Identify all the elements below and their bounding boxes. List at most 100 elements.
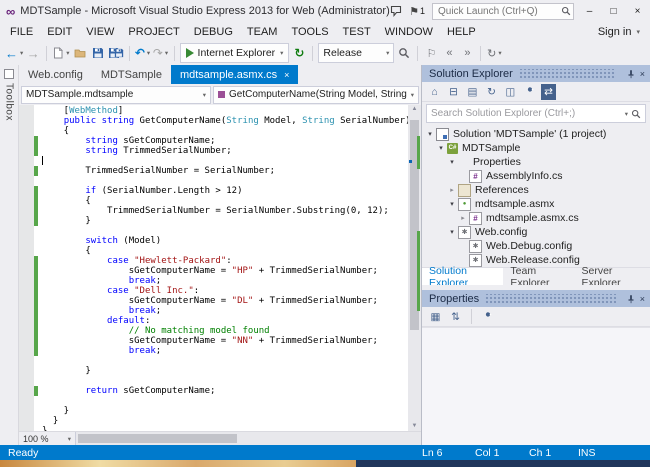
notifications-flag-icon[interactable]: ⚑1 xyxy=(409,5,425,18)
close-panel-icon[interactable]: × xyxy=(640,69,645,79)
tree-collapsed-icon[interactable]: ▸ xyxy=(447,186,457,194)
code-line[interactable]: [WebMethod] xyxy=(34,106,408,116)
tree-item[interactable]: ▾MDTSample xyxy=(422,141,650,155)
close-tab-icon[interactable]: × xyxy=(284,70,289,80)
menu-window[interactable]: WINDOW xyxy=(378,24,440,40)
previous-bookmark-button[interactable]: « xyxy=(441,43,457,63)
refresh-button[interactable]: ↻ xyxy=(484,84,499,100)
code-line[interactable]: case "Dell Inc.": xyxy=(34,286,408,296)
tree-item[interactable]: ▾mdtsample.asmx xyxy=(422,197,650,211)
tool-tab-solution-explorer[interactable]: Solution Explorer xyxy=(422,268,503,285)
code-line[interactable]: default: xyxy=(34,316,408,326)
toggle-bookmark-button[interactable]: ⚐ xyxy=(423,43,439,63)
properties-button[interactable] xyxy=(522,84,537,100)
tree-item[interactable]: ▸References xyxy=(422,183,650,197)
properties-header[interactable]: Properties × xyxy=(422,290,650,307)
editor-gutter[interactable] xyxy=(19,105,34,431)
toolbox-tab[interactable]: Toolbox xyxy=(0,65,19,445)
menu-view[interactable]: VIEW xyxy=(79,24,121,40)
properties-grid[interactable] xyxy=(422,327,650,445)
zoom-dropdown[interactable]: 100 % ▾ xyxy=(19,432,76,445)
editor-vertical-scrollbar[interactable]: ▲ ▼ xyxy=(408,105,421,431)
code-line[interactable]: } xyxy=(34,406,408,416)
tab-MDTSample[interactable]: MDTSample xyxy=(92,65,171,84)
code-line[interactable]: { xyxy=(34,246,408,256)
tree-item[interactable]: ▾Web.config xyxy=(422,225,650,239)
code-line[interactable] xyxy=(34,156,408,166)
code-line[interactable] xyxy=(34,176,408,186)
code-line[interactable]: TrimmedSerialNumber = SerialNumber; xyxy=(34,166,408,176)
minimize-button[interactable]: – xyxy=(581,6,598,17)
hscroll-track[interactable] xyxy=(76,432,421,445)
quick-launch-input[interactable] xyxy=(432,3,574,20)
collapse-all-button[interactable]: ⊟ xyxy=(446,84,461,100)
tool-tab-server-explorer[interactable]: Server Explorer xyxy=(575,268,650,285)
scroll-up-icon[interactable]: ▲ xyxy=(412,105,418,114)
view-code-button[interactable]: ◫ xyxy=(503,84,518,100)
solution-explorer-header[interactable]: Solution Explorer × xyxy=(422,65,650,82)
save-button[interactable] xyxy=(90,43,106,63)
close-panel-icon[interactable]: × xyxy=(640,294,645,304)
tree-expanded-icon[interactable]: ▾ xyxy=(447,228,457,236)
code-line[interactable]: string sGetComputerName; xyxy=(34,136,408,146)
open-file-button[interactable] xyxy=(72,43,88,63)
menu-project[interactable]: PROJECT xyxy=(121,24,186,40)
code-line[interactable]: { xyxy=(34,196,408,206)
start-debugging-button[interactable]: Internet Explorer ▾ xyxy=(180,43,290,63)
code-line[interactable]: sGetComputerName = "DL" + TrimmedSerialN… xyxy=(34,296,408,306)
tree-item[interactable]: AssemblyInfo.cs xyxy=(422,169,650,183)
undo-button[interactable]: ↶▾ xyxy=(135,43,151,63)
code-line[interactable]: break; xyxy=(34,306,408,316)
tree-expanded-icon[interactable]: ▾ xyxy=(425,130,435,138)
tab-mdtsample.asmx.cs[interactable]: mdtsample.asmx.cs× xyxy=(171,65,298,84)
tree-collapsed-icon[interactable]: ▸ xyxy=(458,214,468,222)
tree-item[interactable]: ▾Properties xyxy=(422,155,650,169)
new-file-button[interactable]: ▾ xyxy=(52,43,69,63)
code-line[interactable]: } xyxy=(34,416,408,426)
code-line[interactable]: // No matching model found xyxy=(34,326,408,336)
code-line[interactable]: } xyxy=(34,366,408,376)
navigate-backward-button[interactable]: ←▾ xyxy=(5,43,23,63)
menu-help[interactable]: HELP xyxy=(440,24,483,40)
feedback-icon[interactable] xyxy=(390,5,402,17)
code-line[interactable] xyxy=(34,376,408,386)
find-in-files-button[interactable] xyxy=(396,43,412,63)
sign-in-button[interactable]: Sign in ▾ xyxy=(598,26,650,38)
vscroll-track[interactable] xyxy=(408,114,421,422)
code-line[interactable]: sGetComputerName = "HP" + TrimmedSerialN… xyxy=(34,266,408,276)
menu-edit[interactable]: EDIT xyxy=(40,24,79,40)
sync-with-active-document-button[interactable]: ⇄ xyxy=(541,84,556,100)
tree-expanded-icon[interactable]: ▾ xyxy=(447,200,457,208)
code-line[interactable]: break; xyxy=(34,276,408,286)
property-pages-button[interactable] xyxy=(480,309,495,325)
navigate-forward-button[interactable]: → xyxy=(25,43,41,63)
code-line[interactable]: break; xyxy=(34,346,408,356)
tree-item[interactable]: ▸mdtsample.asmx.cs xyxy=(422,211,650,225)
menu-debug[interactable]: DEBUG xyxy=(187,24,240,40)
show-all-files-button[interactable]: ▤ xyxy=(465,84,480,100)
categorized-button[interactable]: ▦ xyxy=(428,309,443,325)
maximize-button[interactable]: □ xyxy=(605,6,622,17)
menu-team[interactable]: TEAM xyxy=(240,24,285,40)
code-line[interactable] xyxy=(34,226,408,236)
hscroll-thumb[interactable] xyxy=(78,434,237,443)
code-line[interactable]: if (SerialNumber.Length > 12) xyxy=(34,186,408,196)
menu-file[interactable]: FILE xyxy=(3,24,40,40)
code-editor[interactable]: [WebMethod] public string GetComputerNam… xyxy=(34,105,408,431)
pin-icon[interactable] xyxy=(626,294,636,304)
save-all-button[interactable] xyxy=(108,43,124,63)
tab-Web.config[interactable]: Web.config xyxy=(19,65,92,84)
code-line[interactable]: { xyxy=(34,126,408,136)
home-button[interactable]: ⌂ xyxy=(427,84,442,100)
alphabetical-button[interactable]: ⇅ xyxy=(448,309,463,325)
pin-icon[interactable] xyxy=(626,69,636,79)
redo-button[interactable]: ↷▾ xyxy=(153,43,169,63)
next-bookmark-button[interactable]: » xyxy=(459,43,475,63)
tree-expanded-icon[interactable]: ▾ xyxy=(447,158,457,166)
tree-item[interactable]: Web.Debug.config xyxy=(422,239,650,253)
code-line[interactable] xyxy=(34,356,408,366)
tree-item[interactable]: ▾Solution 'MDTSample' (1 project) xyxy=(422,127,650,141)
solution-configuration-dropdown[interactable]: Release ▾ xyxy=(318,43,394,63)
tool-tab-team-explorer[interactable]: Team Explorer xyxy=(503,268,574,285)
code-line[interactable]: sGetComputerName = "NN" + TrimmedSerialN… xyxy=(34,336,408,346)
